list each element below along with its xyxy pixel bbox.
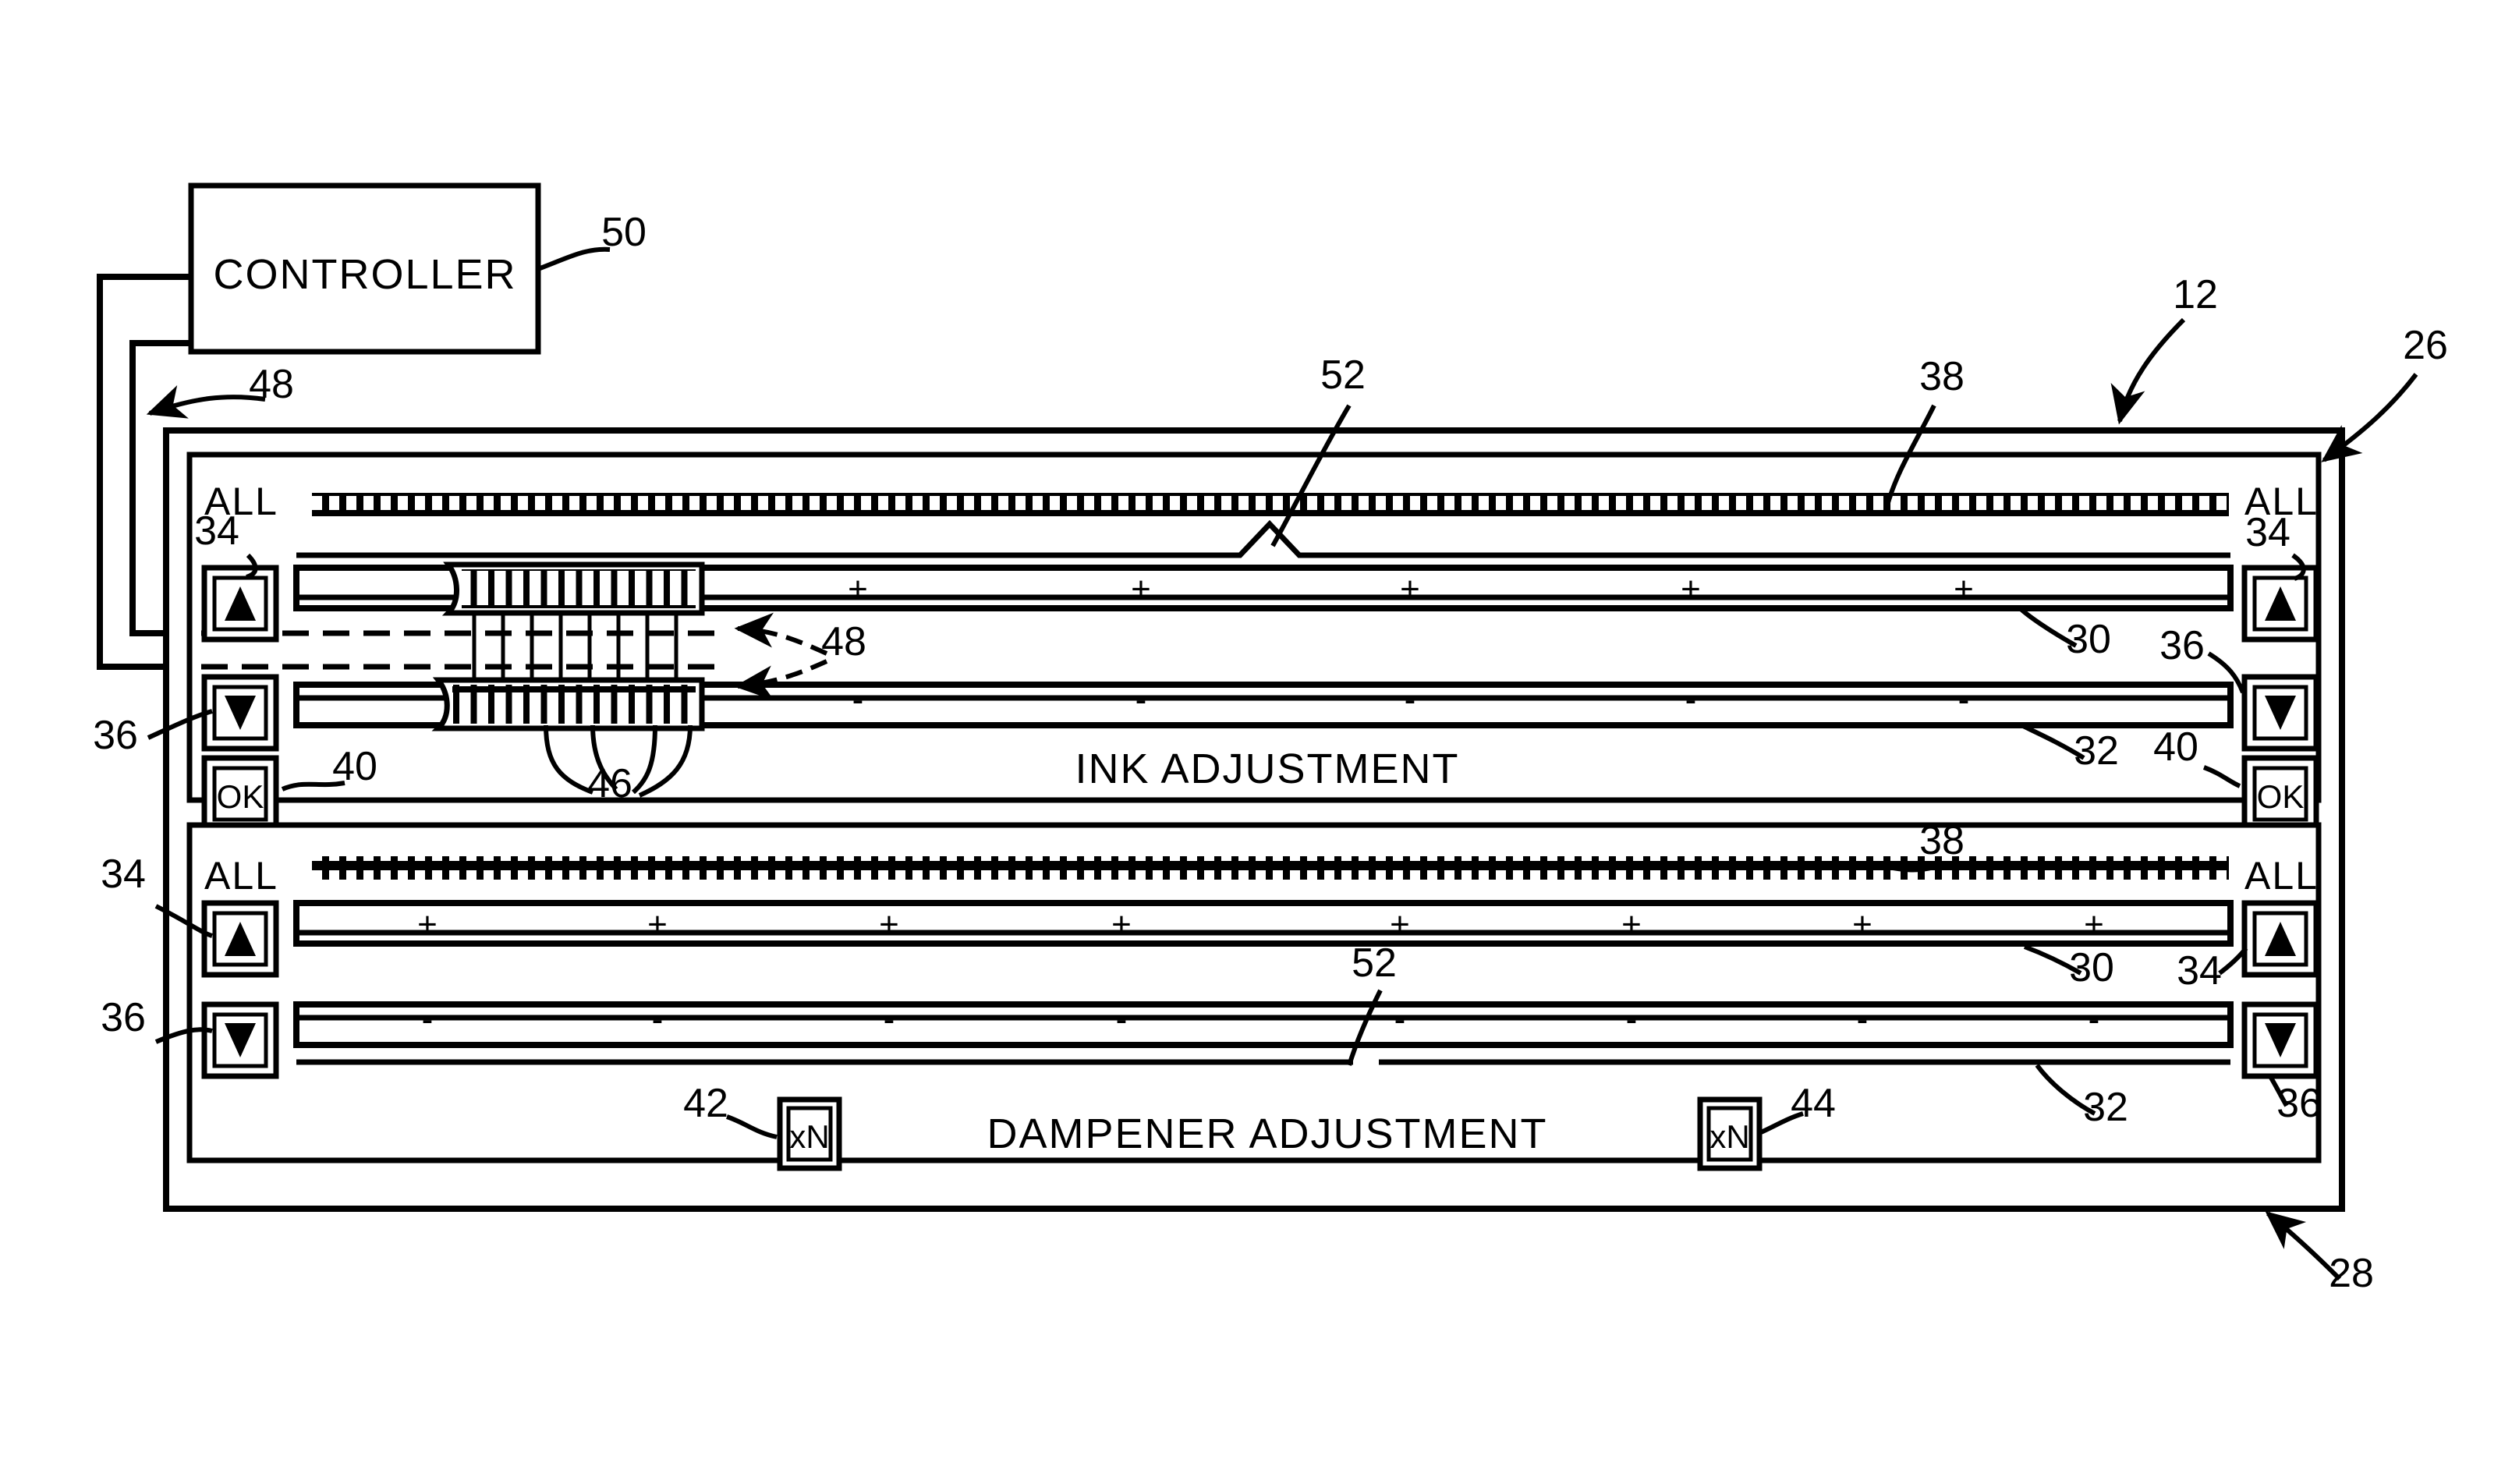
svg-text:-: - xyxy=(884,1001,895,1039)
reference-numeral-26: 26 xyxy=(2403,323,2448,368)
ink-up-button-right[interactable] xyxy=(2241,565,2319,643)
xn-label-left: xN xyxy=(789,1118,829,1155)
reference-numeral-40: 40 xyxy=(2153,724,2198,770)
reference-numeral-32: 32 xyxy=(2074,728,2119,774)
svg-text:-: - xyxy=(422,1001,434,1039)
dampener-plus-bar-30 xyxy=(293,900,2234,947)
ink-panel-title: INK ADJUSTMENT xyxy=(1075,746,1459,792)
reference-numeral-32: 32 xyxy=(2083,1085,2128,1130)
reference-numeral-38: 38 xyxy=(1919,818,1965,863)
svg-text:-: - xyxy=(1857,1001,1869,1039)
svg-text:-: - xyxy=(1394,1001,1406,1039)
dampener-panel-title: DAMPENER ADJUSTMENT xyxy=(987,1110,1547,1157)
svg-text:-: - xyxy=(1135,681,1147,719)
dampener-all-label-left: ALL xyxy=(204,854,278,898)
reference-numeral-44: 44 xyxy=(1791,1081,1836,1126)
ink-up-button-left[interactable] xyxy=(201,565,279,643)
patent-figure-canvas: CONTROLLER INK ADJUSTMENT DAMPENER ADJUS… xyxy=(0,0,2519,1484)
svg-text:+: + xyxy=(1111,905,1132,944)
ink-key-zone-bar-38 xyxy=(312,493,2229,516)
ink-ok-label-left: OK xyxy=(217,778,264,815)
reference-numeral-30: 30 xyxy=(2066,617,2111,662)
svg-text:-: - xyxy=(1405,681,1416,719)
svg-text:+: + xyxy=(1400,570,1420,608)
leader-12 xyxy=(2110,317,2186,425)
reference-numeral-36: 36 xyxy=(93,713,138,758)
svg-text:+: + xyxy=(1131,570,1151,608)
reference-numeral-38: 38 xyxy=(1919,354,1965,399)
reference-numeral-42: 42 xyxy=(683,1081,728,1126)
ink-ok-label-right: OK xyxy=(2257,778,2305,815)
svg-text:+: + xyxy=(848,570,868,608)
dampener-up-button-left[interactable] xyxy=(201,900,279,978)
svg-text:+: + xyxy=(1954,570,1974,608)
reference-numeral-34: 34 xyxy=(2177,948,2222,993)
reference-numeral-52: 52 xyxy=(1320,352,1366,398)
reference-numeral-12: 12 xyxy=(2173,272,2218,317)
xn-label-right: xN xyxy=(1709,1118,1749,1155)
leader-26 xyxy=(2321,373,2418,462)
figure-svg: CONTROLLER INK ADJUSTMENT DAMPENER ADJUS… xyxy=(93,182,2448,1296)
dampener-all-label-right: ALL xyxy=(2244,854,2319,898)
reference-numeral-50: 50 xyxy=(601,210,647,255)
reference-numeral-30: 30 xyxy=(2069,945,2114,990)
svg-text:-: - xyxy=(1685,681,1697,719)
reference-numeral-46: 46 xyxy=(587,761,632,806)
svg-text:+: + xyxy=(1852,905,1872,944)
reference-numeral-34: 34 xyxy=(2245,510,2290,555)
svg-text:+: + xyxy=(1390,905,1410,944)
reference-numeral-40: 40 xyxy=(332,744,377,789)
ink-down-button-right[interactable] xyxy=(2241,674,2319,752)
leader-48-upper xyxy=(146,385,266,419)
svg-text:+: + xyxy=(879,905,899,944)
svg-text:-: - xyxy=(1116,1001,1128,1039)
leader-38-dampener xyxy=(1885,865,1935,873)
svg-text:-: - xyxy=(2089,1001,2100,1039)
reference-numeral-28: 28 xyxy=(2329,1251,2374,1296)
reference-numeral-36: 36 xyxy=(101,995,146,1040)
reference-numeral-36: 36 xyxy=(2159,623,2205,668)
reference-numeral-36: 36 xyxy=(2276,1081,2322,1126)
leader-50 xyxy=(537,246,611,271)
ink-down-button-left[interactable] xyxy=(201,674,279,752)
dampener-down-button-right[interactable] xyxy=(2241,1001,2319,1079)
reference-numeral-52: 52 xyxy=(1352,940,1397,986)
svg-text:+: + xyxy=(1681,570,1701,608)
svg-text:-: - xyxy=(1626,1001,1638,1039)
svg-text:-: - xyxy=(1958,681,1970,719)
svg-text:-: - xyxy=(652,1001,664,1039)
svg-text:+: + xyxy=(2084,905,2104,944)
dampener-up-button-right[interactable] xyxy=(2241,900,2319,978)
controller-label: CONTROLLER xyxy=(213,251,516,298)
svg-text:+: + xyxy=(417,905,438,944)
reference-numeral-48: 48 xyxy=(249,362,294,407)
dampener-down-button-left[interactable] xyxy=(201,1001,279,1079)
reference-numeral-48: 48 xyxy=(821,619,866,664)
svg-text:+: + xyxy=(1621,905,1642,944)
svg-text:-: - xyxy=(852,681,864,719)
dampener-minus-bar-32 xyxy=(293,1001,2234,1048)
reference-numeral-34: 34 xyxy=(101,852,146,897)
reference-numeral-34: 34 xyxy=(194,508,239,554)
svg-text:+: + xyxy=(647,905,668,944)
